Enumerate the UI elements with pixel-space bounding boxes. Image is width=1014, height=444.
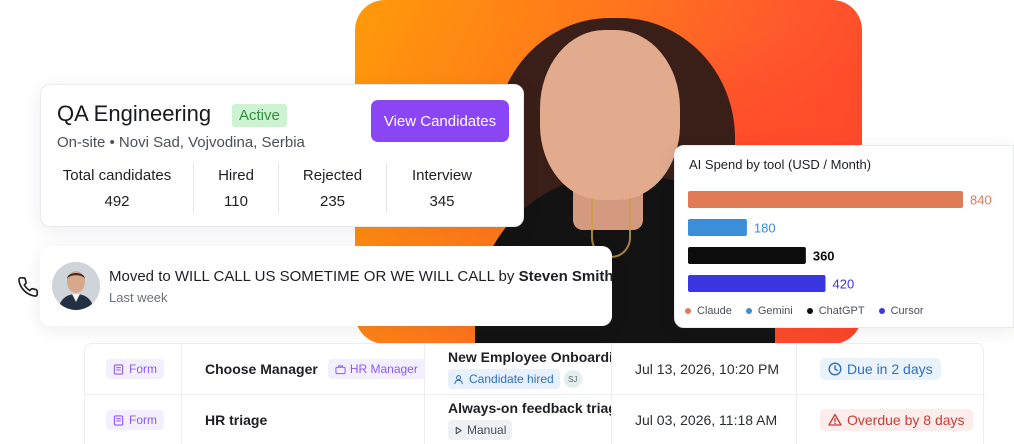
data-label-gemini: 180 (754, 221, 776, 236)
stat-rejected: Rejected 235 (279, 163, 387, 213)
stat-label: Hired (218, 167, 254, 184)
legend-item-claude: Claude (685, 305, 732, 317)
task-cell: Choose Manager HR Manager (205, 344, 425, 394)
view-candidates-button[interactable]: View Candidates (371, 100, 509, 142)
clock-icon (828, 362, 842, 376)
avatar-initials: SJ (563, 370, 582, 388)
data-label-cursor: 420 (833, 277, 855, 292)
due-date: Jul 03, 2026, 11:18 AM (635, 412, 778, 428)
legend-dot (685, 308, 691, 314)
flow-trigger: Candidate hired SJ (448, 369, 582, 389)
stat-value: 345 (429, 193, 455, 210)
form-type-pill: Form (106, 410, 164, 430)
trigger-label: Manual (467, 423, 507, 437)
legend-item-gemini: Gemini (745, 305, 793, 317)
legend-dot (806, 308, 813, 314)
form-type-label: Form (129, 362, 157, 376)
warning-icon (828, 413, 842, 426)
stat-label: Rejected (302, 167, 363, 184)
stat-value: 492 (104, 193, 130, 210)
type-cell: Form (106, 344, 164, 394)
flow-cell: New Employee Onboarding Candidate hired … (448, 344, 611, 394)
flow-name[interactable]: Always-on feedback triage (448, 400, 611, 416)
type-cell: Form (106, 395, 164, 444)
activity-message: Moved to WILL CALL US SOMETIME OR WE WIL… (109, 268, 515, 285)
phone-icon (18, 277, 38, 297)
due-date: Jul 13, 2026, 10:20 PM (635, 361, 779, 377)
status-label: Overdue by 8 days (847, 412, 965, 428)
stat-total-candidates: Total candidates 492 (41, 163, 194, 213)
assignee-label: HR Manager (349, 362, 418, 376)
flow-cell: Always-on feedback triage Manual (448, 395, 611, 444)
status-badge: Overdue by 8 days (820, 409, 973, 431)
stat-label: Interview (411, 167, 473, 184)
bar-chatgpt (688, 247, 806, 264)
task-name[interactable]: Choose Manager (205, 361, 318, 377)
legend-item-cursor: Cursor (878, 305, 924, 317)
table-row[interactable]: Form Choose Manager HR Manager New Emplo… (85, 344, 985, 394)
status-cell: Due in 2 days (820, 344, 941, 394)
bar-claude (688, 191, 963, 208)
workflow-table: Form Choose Manager HR Manager New Emplo… (84, 343, 985, 444)
legend-label: ChatGPT (818, 305, 865, 317)
activity-time: Last week (109, 290, 168, 305)
trigger-chip: Candidate hired (448, 369, 560, 389)
stat-interview: Interview 345 (387, 163, 497, 213)
user-check-icon (454, 374, 463, 384)
activity-card: Moved to WILL CALL US SOMETIME OR WE WIL… (40, 246, 614, 326)
ai-spend-chart-card: AI Spend by tool (USD / Month) 840 180 360… (674, 145, 1014, 328)
assignee-pill: HR Manager (327, 359, 425, 379)
trigger-chip: Manual (448, 420, 513, 440)
task-cell: HR triage (205, 395, 267, 444)
stat-value: 235 (319, 193, 346, 210)
bar-cursor (688, 275, 826, 292)
activity-text: Moved to WILL CALL US SOMETIME OR WE WIL… (109, 268, 614, 285)
briefcase-icon (335, 364, 346, 374)
date-cell: Jul 13, 2026, 10:20 PM (635, 344, 779, 394)
photo-face (540, 30, 680, 200)
job-title: QA Engineering (57, 101, 212, 126)
stat-label: Total candidates (62, 167, 172, 184)
legend-label: Gemini (757, 305, 793, 317)
job-stats: Total candidates 492 Hired 110 Rejected … (41, 163, 525, 213)
legend-item-chatgpt: ChatGPT (806, 305, 865, 317)
chart-legend: Claude Gemini ChatGPT Cursor (685, 305, 924, 317)
task-name[interactable]: HR triage (205, 412, 267, 428)
job-card: QA Engineering Active On-site • Novi Sad… (40, 84, 524, 227)
status-badge: Active (232, 104, 287, 127)
form-type-pill: Form (106, 359, 164, 379)
flow-name[interactable]: New Employee Onboarding (448, 349, 611, 365)
legend-dot (878, 308, 885, 314)
stat-value: 110 (224, 193, 248, 210)
bar-gemini (688, 219, 747, 236)
legend-dot (745, 308, 752, 314)
activity-actor[interactable]: Steven Smith (519, 268, 614, 285)
stat-hired: Hired 110 (194, 163, 279, 213)
avatar (52, 262, 100, 310)
status-label: Due in 2 days (847, 361, 933, 377)
form-icon (113, 414, 124, 426)
form-icon (113, 363, 124, 375)
ai-spend-chart: 840 180 360 420 (688, 191, 992, 292)
play-icon (455, 426, 462, 434)
legend-label: Claude (697, 305, 732, 317)
table-row[interactable]: Form HR triage Always-on feedback triage… (85, 394, 985, 444)
trigger-label: Candidate hired (469, 372, 554, 386)
date-cell: Jul 03, 2026, 11:18 AM (635, 395, 777, 444)
status-badge: Due in 2 days (820, 358, 941, 380)
data-label-claude: 840 (970, 193, 992, 208)
status-cell: Overdue by 8 days (820, 395, 973, 444)
legend-label: Cursor (890, 305, 924, 317)
form-type-label: Form (129, 413, 157, 427)
job-location: On-site • Novi Sad, Vojvodina, Serbia (57, 134, 305, 151)
data-label-chatgpt: 360 (813, 249, 835, 264)
